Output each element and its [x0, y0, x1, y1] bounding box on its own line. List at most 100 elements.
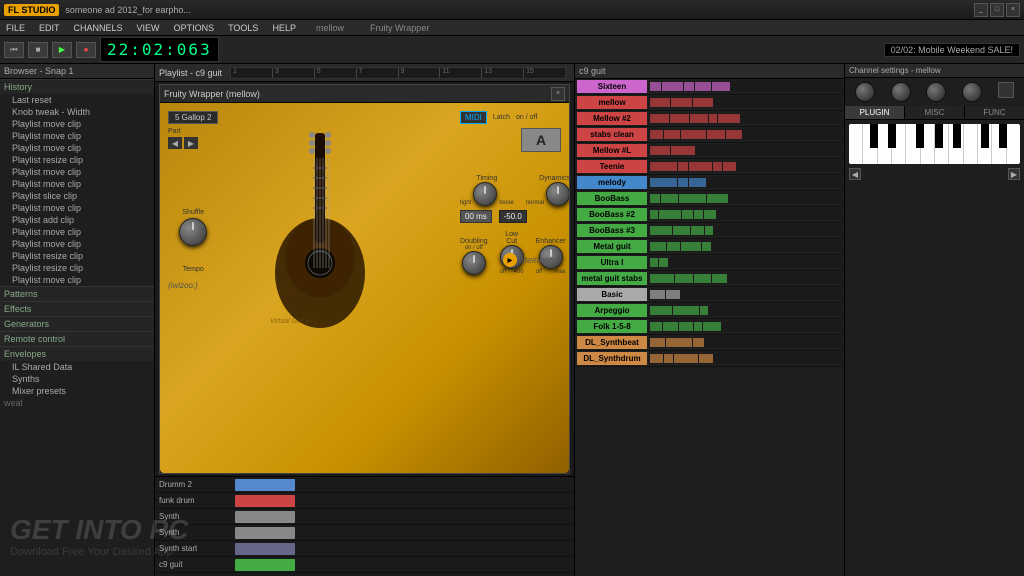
menu-tools[interactable]: TOOLS [226, 23, 260, 33]
sidebar-playlist-1[interactable]: Playlist move clip [0, 118, 154, 130]
channel-name-btn[interactable]: BooBass #3 [577, 224, 647, 237]
channel-row[interactable]: Basic [575, 287, 844, 303]
white-key-6[interactable] [921, 124, 935, 164]
menu-file[interactable]: FILE [4, 23, 27, 33]
sidebar-playlist-14[interactable]: Playlist move clip [0, 274, 154, 286]
channel-row[interactable]: metal guit stabs [575, 271, 844, 287]
menu-edit[interactable]: EDIT [37, 23, 62, 33]
record-btn[interactable]: ● [76, 42, 96, 58]
channel-row[interactable]: BooBass [575, 191, 844, 207]
sidebar-envelopes[interactable]: Envelopes [0, 346, 154, 361]
bottom-track-row[interactable]: Drumm 2 [155, 477, 574, 493]
sidebar-knob-tweak[interactable]: Knob tweak - Width [0, 106, 154, 118]
rewind-btn[interactable]: ⏮ [4, 42, 24, 58]
white-key-9[interactable] [964, 124, 978, 164]
bottom-track-row[interactable]: Synth [155, 525, 574, 541]
piano-scroll-left[interactable]: ◀ [849, 168, 861, 180]
channel-row[interactable]: Mellow #L [575, 143, 844, 159]
white-key-7[interactable] [935, 124, 949, 164]
white-key-5[interactable] [906, 124, 920, 164]
minimize-icon[interactable]: _ [974, 3, 988, 17]
white-key-12[interactable] [1007, 124, 1020, 164]
sidebar-playlist-3[interactable]: Playlist move clip [0, 142, 154, 154]
white-key-8[interactable] [949, 124, 963, 164]
channel-name-btn[interactable]: Ultra I [577, 256, 647, 269]
white-key-3[interactable] [878, 124, 892, 164]
menu-help[interactable]: HELP [270, 23, 298, 33]
bottom-track-row[interactable]: Synth [155, 509, 574, 525]
channel-row[interactable]: BooBass #2 [575, 207, 844, 223]
settings-knob-3[interactable] [926, 82, 946, 102]
menu-channels[interactable]: CHANNELS [72, 23, 125, 33]
sidebar-playlist-5[interactable]: Playlist move clip [0, 166, 154, 178]
dynamics-knob[interactable] [546, 182, 569, 206]
plugin-close-btn[interactable]: × [551, 87, 565, 101]
sidebar-playlist-9[interactable]: Playlist add clip [0, 214, 154, 226]
sidebar-playlist-7[interactable]: Playlist slice clip [0, 190, 154, 202]
channel-row[interactable]: stabs clean [575, 127, 844, 143]
sidebar-playlist-12[interactable]: Playlist resize clip [0, 250, 154, 262]
channel-name-btn[interactable]: melody [577, 176, 647, 189]
channel-name-btn[interactable]: BooBass [577, 192, 647, 205]
tab-func[interactable]: FUNC [965, 106, 1024, 119]
channel-name-btn[interactable]: metal guit stabs [577, 272, 647, 285]
sidebar-playlist-2[interactable]: Playlist move clip [0, 130, 154, 142]
timing-knob[interactable] [473, 182, 497, 206]
channel-name-btn[interactable]: Sixteen [577, 80, 647, 93]
sidebar-remote[interactable]: Remote control [0, 331, 154, 346]
bottom-track-row[interactable]: Synth start [155, 541, 574, 557]
settings-knob-4[interactable] [962, 82, 982, 102]
sidebar-playlist-4[interactable]: Playlist resize clip [0, 154, 154, 166]
doubling-knob[interactable] [462, 251, 486, 275]
channel-name-btn[interactable]: Mellow #2 [577, 112, 647, 125]
channel-name-btn[interactable]: Folk 1-5-8 [577, 320, 647, 333]
sidebar-playlist-10[interactable]: Playlist move clip [0, 226, 154, 238]
sidebar-last-reset[interactable]: Last reset [0, 94, 154, 106]
channel-row[interactable]: melody [575, 175, 844, 191]
channel-name-btn[interactable]: Mellow #L [577, 144, 647, 157]
close-icon[interactable]: × [1006, 3, 1020, 17]
midi-btn[interactable]: MIDI [460, 111, 487, 124]
maximize-icon[interactable]: □ [990, 3, 1004, 17]
channel-name-btn[interactable]: mellow [577, 96, 647, 109]
channel-name-btn[interactable]: DL_Synthdrum [577, 352, 647, 365]
channel-name-btn[interactable]: stabs clean [577, 128, 647, 141]
channel-row[interactable]: Sixteen [575, 79, 844, 95]
play-btn[interactable]: ▶ [52, 42, 72, 58]
white-key-4[interactable] [892, 124, 906, 164]
sidebar-playlist-13[interactable]: Playlist resize clip [0, 262, 154, 274]
channel-name-btn[interactable]: Arpeggio [577, 304, 647, 317]
preset-next-btn[interactable]: ▶ [184, 137, 198, 149]
channel-row[interactable]: Arpeggio [575, 303, 844, 319]
channel-row[interactable]: Folk 1-5-8 [575, 319, 844, 335]
bottom-track-row[interactable]: funk drum [155, 493, 574, 509]
sidebar-patterns[interactable]: Patterns [0, 286, 154, 301]
bottom-track-row[interactable]: c9 guit [155, 557, 574, 573]
sidebar-effects[interactable]: Effects [0, 301, 154, 316]
channel-row[interactable]: Teenie [575, 159, 844, 175]
channel-name-btn[interactable]: Metal guit [577, 240, 647, 253]
channel-row[interactable]: Ultra I [575, 255, 844, 271]
channel-row[interactable]: Mellow #2 [575, 111, 844, 127]
channel-row[interactable]: DL_Synthdrum [575, 351, 844, 367]
tab-misc[interactable]: MISC [905, 106, 965, 119]
menu-view[interactable]: VIEW [135, 23, 162, 33]
white-key-2[interactable] [863, 124, 877, 164]
sidebar-synths[interactable]: Synths [0, 373, 154, 385]
white-key-1[interactable] [849, 124, 863, 164]
white-key-10[interactable] [978, 124, 992, 164]
stop-btn[interactable]: ■ [28, 42, 48, 58]
settings-knob-2[interactable] [891, 82, 911, 102]
sidebar-mixer-presets[interactable]: Mixer presets [0, 385, 154, 397]
channel-row[interactable]: DL_Synthbeat [575, 335, 844, 351]
settings-display-btn[interactable] [998, 82, 1014, 98]
sidebar-il-shared[interactable]: IL Shared Data [0, 361, 154, 373]
preset-prev-btn[interactable]: ◀ [168, 137, 182, 149]
tab-plugin[interactable]: PLUGIN [845, 106, 905, 119]
white-key-11[interactable] [992, 124, 1006, 164]
channel-name-btn[interactable]: BooBass #2 [577, 208, 647, 221]
piano-scroll-right[interactable]: ▶ [1008, 168, 1020, 180]
channel-name-btn[interactable]: Basic [577, 288, 647, 301]
settings-knob-1[interactable] [855, 82, 875, 102]
sidebar-section-history[interactable]: History [0, 79, 154, 94]
